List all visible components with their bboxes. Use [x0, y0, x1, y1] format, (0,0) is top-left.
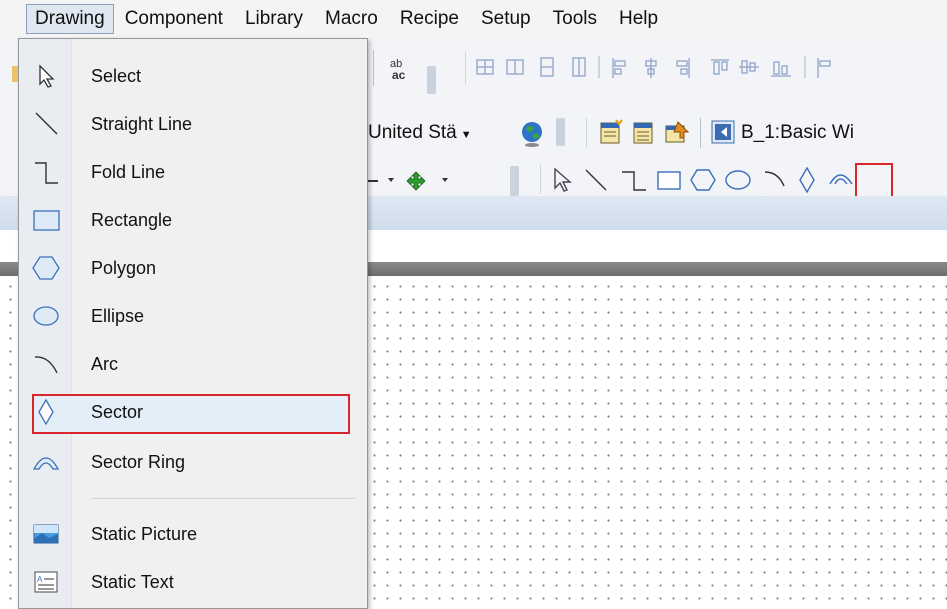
toolbar-grip[interactable] — [510, 166, 519, 196]
menu-macro[interactable]: Macro — [314, 4, 389, 34]
line-style-icon[interactable] — [368, 166, 488, 196]
menu-component[interactable]: Component — [114, 4, 234, 34]
menu-item-static-text[interactable]: A Static Text — [19, 559, 367, 605]
fold-line-icon — [35, 162, 58, 184]
cursor-icon — [39, 64, 55, 88]
menu-item-rectangle[interactable]: Rectangle — [19, 197, 367, 243]
menu-item-polygon[interactable]: Polygon — [19, 245, 367, 291]
polygon-icon — [32, 256, 60, 280]
menu-help[interactable]: Help — [608, 4, 669, 34]
ellipse-icon — [33, 306, 59, 326]
menu-tools[interactable]: Tools — [542, 4, 608, 34]
text-format-icon[interactable]: ab ac — [386, 52, 418, 86]
menu-separator — [91, 498, 355, 499]
window-back-icon[interactable] — [710, 119, 736, 145]
menu-bar: Drawing Component Library Macro Recipe S… — [0, 0, 947, 38]
menu-item-straight-line[interactable]: Straight Line — [19, 101, 367, 147]
sector-ring-icon — [32, 457, 60, 470]
menu-item-arc[interactable]: Arc — [19, 341, 367, 387]
align-tools-icon[interactable] — [475, 52, 947, 86]
line-icon — [35, 112, 58, 135]
window-list-icon[interactable] — [630, 118, 658, 146]
arc-icon — [34, 356, 58, 374]
menu-item-fold-line[interactable]: Fold Line — [19, 149, 367, 195]
toolbar-grip[interactable] — [427, 66, 436, 94]
picture-icon — [33, 524, 59, 544]
text-icon: A — [34, 571, 58, 593]
current-window-label[interactable]: B_1:Basic Wi — [741, 118, 947, 148]
chevron-down-icon: ▼ — [460, 129, 472, 141]
menu-item-sector[interactable]: Sector — [19, 389, 367, 435]
menu-setup[interactable]: Setup — [470, 4, 542, 34]
menu-item-sector-ring[interactable]: Sector Ring — [19, 439, 367, 485]
menu-item-label: Arc — [91, 354, 118, 374]
svg-text:ac: ac — [392, 68, 406, 82]
new-window-icon[interactable] — [597, 118, 625, 146]
menu-item-label: Sector — [91, 402, 144, 422]
menu-item-label: Ellipse — [91, 306, 145, 326]
menu-item-label: Select — [91, 66, 142, 86]
menu-library[interactable]: Library — [234, 4, 314, 34]
rectangle-icon — [33, 210, 60, 231]
menu-drawing[interactable]: Drawing — [26, 4, 114, 34]
globe-icon[interactable] — [520, 120, 546, 148]
window-properties-icon[interactable] — [662, 118, 692, 146]
menu-item-label: Straight Line — [91, 114, 193, 134]
menu-item-label: Fold Line — [91, 162, 166, 182]
menu-recipe[interactable]: Recipe — [389, 4, 470, 34]
drawing-menu: Select Straight Line Fold Line Rectangle… — [18, 38, 368, 609]
toolbar-grip[interactable] — [556, 118, 565, 146]
menu-item-select[interactable]: Select — [19, 53, 367, 99]
menu-item-ellipse[interactable]: Ellipse — [19, 293, 367, 339]
menu-item-label: Polygon — [91, 258, 157, 278]
menu-item-static-picture[interactable]: Static Picture — [19, 511, 367, 557]
sector-icon — [38, 398, 54, 426]
svg-text:A: A — [37, 575, 43, 584]
left-edge-toolbar — [0, 54, 18, 94]
menu-item-label: Static Text — [91, 572, 174, 592]
language-select[interactable]: United Stä ▼ — [368, 118, 496, 148]
menu-item-label: Rectangle — [91, 210, 173, 230]
menu-item-label: Static Picture — [91, 524, 198, 544]
menu-item-label: Sector Ring — [91, 452, 186, 472]
language-select-value: United Stä — [368, 122, 457, 143]
